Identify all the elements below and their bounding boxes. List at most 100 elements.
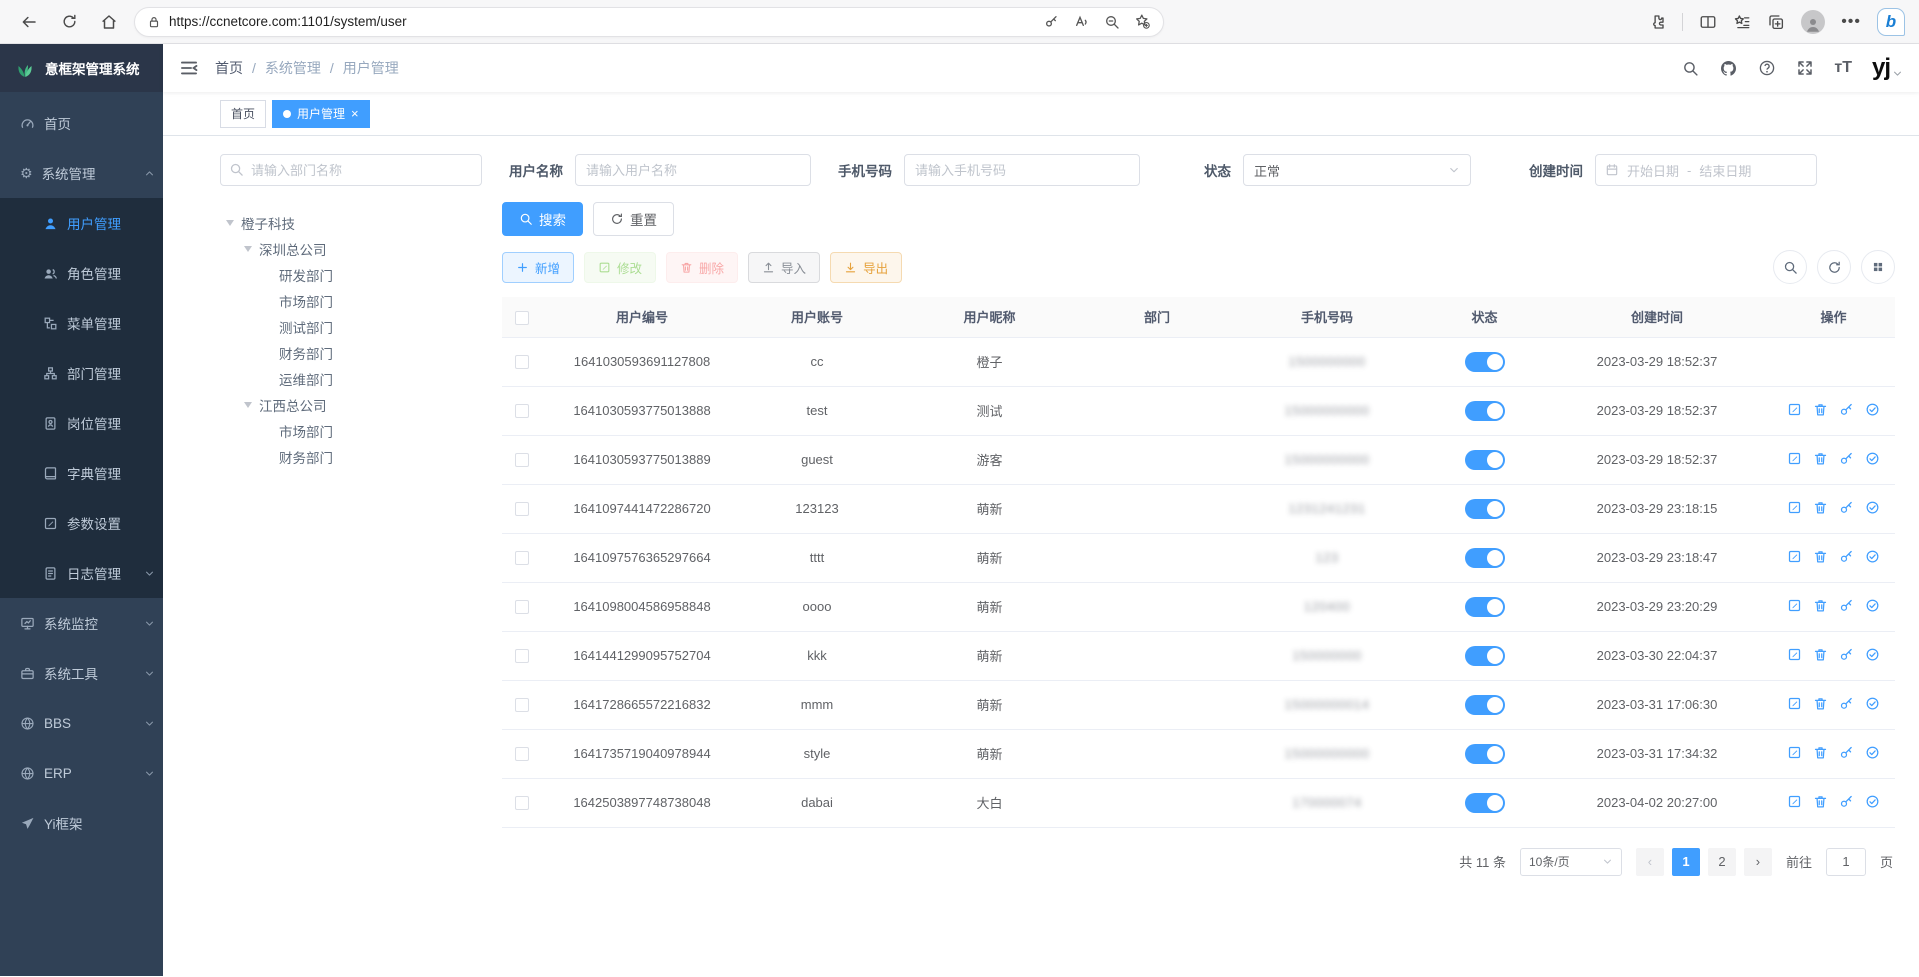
- row-reset-password-icon[interactable]: [1839, 402, 1854, 417]
- breadcrumb-system[interactable]: 系统管理: [265, 58, 321, 78]
- sidebar-item-erp[interactable]: ERP: [0, 748, 163, 798]
- status-toggle[interactable]: [1465, 744, 1505, 764]
- row-edit-icon[interactable]: [1787, 549, 1802, 564]
- row-delete-icon[interactable]: [1813, 598, 1828, 613]
- status-toggle[interactable]: [1465, 352, 1505, 372]
- sidebar-item-monitor[interactable]: 系统监控: [0, 598, 163, 648]
- sidebar-item-departments[interactable]: 部门管理: [0, 348, 163, 398]
- tree-node-dept[interactable]: 市场部门: [220, 418, 482, 444]
- row-checkbox[interactable]: [515, 453, 529, 467]
- tree-node-company[interactable]: 深圳总公司: [220, 236, 482, 262]
- row-checkbox[interactable]: [515, 747, 529, 761]
- status-toggle[interactable]: [1465, 499, 1505, 519]
- sidebar-item-dictionary[interactable]: 字典管理: [0, 448, 163, 498]
- ssl-lock-icon[interactable]: [147, 15, 161, 29]
- row-delete-icon[interactable]: [1813, 745, 1828, 760]
- date-range-picker[interactable]: 开始日期 - 结束日期: [1595, 154, 1817, 186]
- address-bar[interactable]: https://ccnetcore.com:1101/system/user: [134, 7, 1164, 37]
- row-checkbox[interactable]: [515, 698, 529, 712]
- tree-expand-icon[interactable]: [244, 402, 252, 408]
- tab-close-icon[interactable]: ×: [351, 107, 359, 120]
- row-assign-role-icon[interactable]: [1865, 794, 1880, 809]
- breadcrumb-users[interactable]: 用户管理: [343, 58, 399, 78]
- row-delete-icon[interactable]: [1813, 402, 1828, 417]
- row-delete-icon[interactable]: [1813, 500, 1828, 515]
- username-input[interactable]: [575, 154, 811, 186]
- sidebar-item-roles[interactable]: 角色管理: [0, 248, 163, 298]
- row-checkbox[interactable]: [515, 355, 529, 369]
- reset-button[interactable]: 重置: [593, 202, 674, 236]
- page-size-select[interactable]: 10条/页: [1520, 848, 1622, 876]
- refresh-table-button[interactable]: [1817, 250, 1851, 284]
- row-delete-icon[interactable]: [1813, 794, 1828, 809]
- row-delete-icon[interactable]: [1813, 451, 1828, 466]
- tree-node-dept[interactable]: 财务部门: [220, 444, 482, 470]
- row-edit-icon[interactable]: [1787, 696, 1802, 711]
- row-reset-password-icon[interactable]: [1839, 794, 1854, 809]
- help-icon[interactable]: [1758, 59, 1776, 77]
- row-assign-role-icon[interactable]: [1865, 402, 1880, 417]
- page-button-1[interactable]: 1: [1672, 848, 1700, 876]
- goto-page-input[interactable]: [1826, 848, 1866, 876]
- tree-node-dept[interactable]: 运维部门: [220, 366, 482, 392]
- row-assign-role-icon[interactable]: [1865, 451, 1880, 466]
- status-toggle[interactable]: [1465, 597, 1505, 617]
- row-assign-role-icon[interactable]: [1865, 500, 1880, 515]
- row-edit-icon[interactable]: [1787, 451, 1802, 466]
- browser-profile-avatar[interactable]: [1801, 10, 1825, 34]
- status-toggle[interactable]: [1465, 548, 1505, 568]
- tab-users-active[interactable]: 用户管理 ×: [272, 100, 370, 128]
- favorites-icon[interactable]: [1733, 13, 1751, 31]
- breadcrumb-home[interactable]: 首页: [215, 58, 243, 78]
- tree-expand-icon[interactable]: [226, 220, 234, 226]
- tree-node-dept[interactable]: 研发部门: [220, 262, 482, 288]
- row-edit-icon[interactable]: [1787, 500, 1802, 515]
- status-toggle[interactable]: [1465, 401, 1505, 421]
- sidebar-item-tools[interactable]: 系统工具: [0, 648, 163, 698]
- row-assign-role-icon[interactable]: [1865, 647, 1880, 662]
- browser-back-button[interactable]: [14, 7, 44, 37]
- sidebar-item-users[interactable]: 用户管理: [0, 198, 163, 248]
- avatar-caret-icon[interactable]: [1892, 68, 1903, 79]
- browser-menu-icon[interactable]: •••: [1841, 13, 1861, 31]
- status-toggle[interactable]: [1465, 793, 1505, 813]
- column-settings-button[interactable]: [1861, 250, 1895, 284]
- row-reset-password-icon[interactable]: [1839, 647, 1854, 662]
- row-edit-icon[interactable]: [1787, 794, 1802, 809]
- row-reset-password-icon[interactable]: [1839, 696, 1854, 711]
- browser-refresh-button[interactable]: [54, 7, 84, 37]
- tree-node-dept[interactable]: 财务部门: [220, 340, 482, 366]
- row-checkbox[interactable]: [515, 600, 529, 614]
- tree-node-dept[interactable]: 市场部门: [220, 288, 482, 314]
- row-edit-icon[interactable]: [1787, 647, 1802, 662]
- status-toggle[interactable]: [1465, 450, 1505, 470]
- dept-search-input[interactable]: [220, 154, 482, 186]
- row-reset-password-icon[interactable]: [1839, 451, 1854, 466]
- sidebar-item-yi-framework[interactable]: Yi框架: [0, 798, 163, 848]
- sidebar-item-parameters[interactable]: 参数设置: [0, 498, 163, 548]
- tree-expand-icon[interactable]: [244, 246, 252, 252]
- row-checkbox[interactable]: [515, 502, 529, 516]
- sidebar-item-menus[interactable]: 菜单管理: [0, 298, 163, 348]
- zoom-out-icon[interactable]: [1104, 14, 1120, 30]
- select-all-checkbox[interactable]: [515, 311, 529, 325]
- font-size-icon[interactable]: тT: [1834, 59, 1852, 77]
- url-text[interactable]: https://ccnetcore.com:1101/system/user: [169, 14, 1036, 29]
- row-checkbox[interactable]: [515, 649, 529, 663]
- tab-home[interactable]: 首页: [220, 100, 266, 128]
- collapse-sidebar-icon[interactable]: [179, 58, 199, 78]
- delete-button[interactable]: 删除: [666, 252, 738, 283]
- row-checkbox[interactable]: [515, 404, 529, 418]
- row-checkbox[interactable]: [515, 551, 529, 565]
- row-reset-password-icon[interactable]: [1839, 500, 1854, 515]
- search-button[interactable]: 搜索: [502, 202, 583, 236]
- edit-button[interactable]: 修改: [584, 252, 656, 283]
- row-assign-role-icon[interactable]: [1865, 745, 1880, 760]
- row-assign-role-icon[interactable]: [1865, 549, 1880, 564]
- sidebar-item-posts[interactable]: 岗位管理: [0, 398, 163, 448]
- page-button-2[interactable]: 2: [1708, 848, 1736, 876]
- browser-home-button[interactable]: [94, 7, 124, 37]
- row-delete-icon[interactable]: [1813, 549, 1828, 564]
- fullscreen-icon[interactable]: [1796, 59, 1814, 77]
- row-reset-password-icon[interactable]: [1839, 598, 1854, 613]
